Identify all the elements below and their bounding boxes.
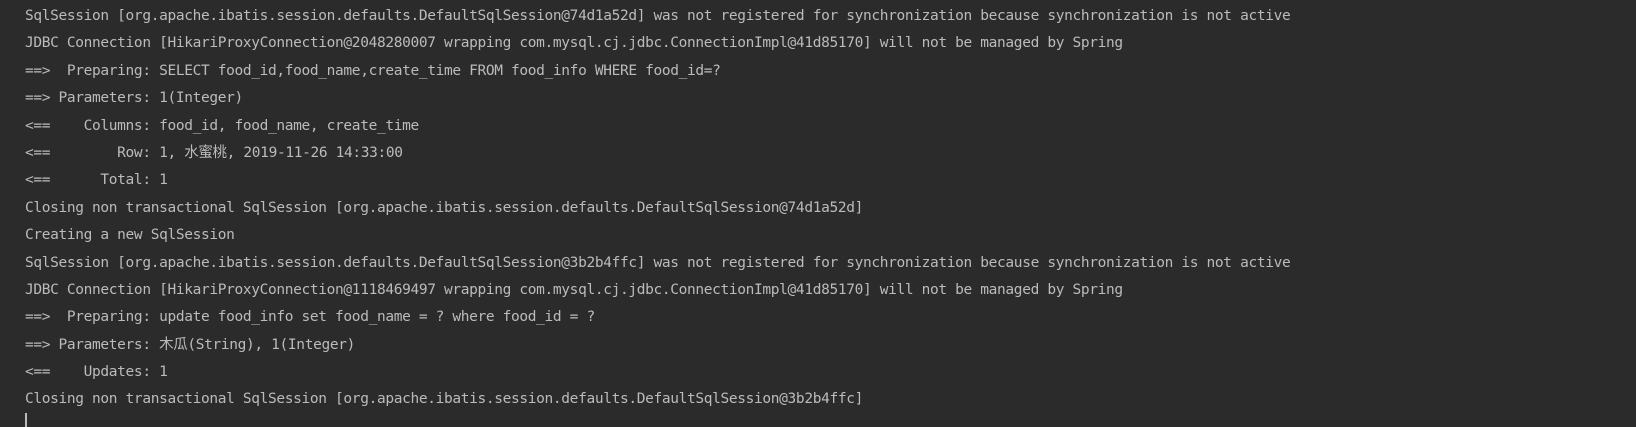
console-line: ==> Preparing: SELECT food_id,food_name,… — [25, 62, 721, 79]
console-line: <== Total: 1 — [25, 172, 168, 189]
console-line: ==> Parameters: 1(Integer) — [25, 90, 243, 107]
console-line: Closing non transactional SqlSession [or… — [25, 199, 863, 216]
console-line: ==> Preparing: update food_info set food… — [25, 309, 595, 326]
console-line: SqlSession [org.apache.ibatis.session.de… — [25, 254, 1291, 271]
console-line: <== Columns: food_id, food_name, create_… — [25, 117, 419, 134]
console-line: Closing non transactional SqlSession [or… — [25, 391, 863, 408]
console-line: JDBC Connection [HikariProxyConnection@2… — [25, 35, 1123, 52]
console-output[interactable]: SqlSession [org.apache.ibatis.session.de… — [0, 0, 1636, 427]
console-line: SqlSession [org.apache.ibatis.session.de… — [25, 8, 1291, 24]
console-line: Creating a new SqlSession — [25, 227, 235, 244]
text-cursor — [25, 413, 27, 427]
console-line: <== Updates: 1 — [25, 364, 168, 381]
console-line: ==> Parameters: 木瓜(String), 1(Integer) — [25, 336, 355, 353]
console-line: JDBC Connection [HikariProxyConnection@1… — [25, 281, 1123, 298]
console-line: <== Row: 1, 水蜜桃, 2019-11-26 14:33:00 — [25, 144, 403, 161]
